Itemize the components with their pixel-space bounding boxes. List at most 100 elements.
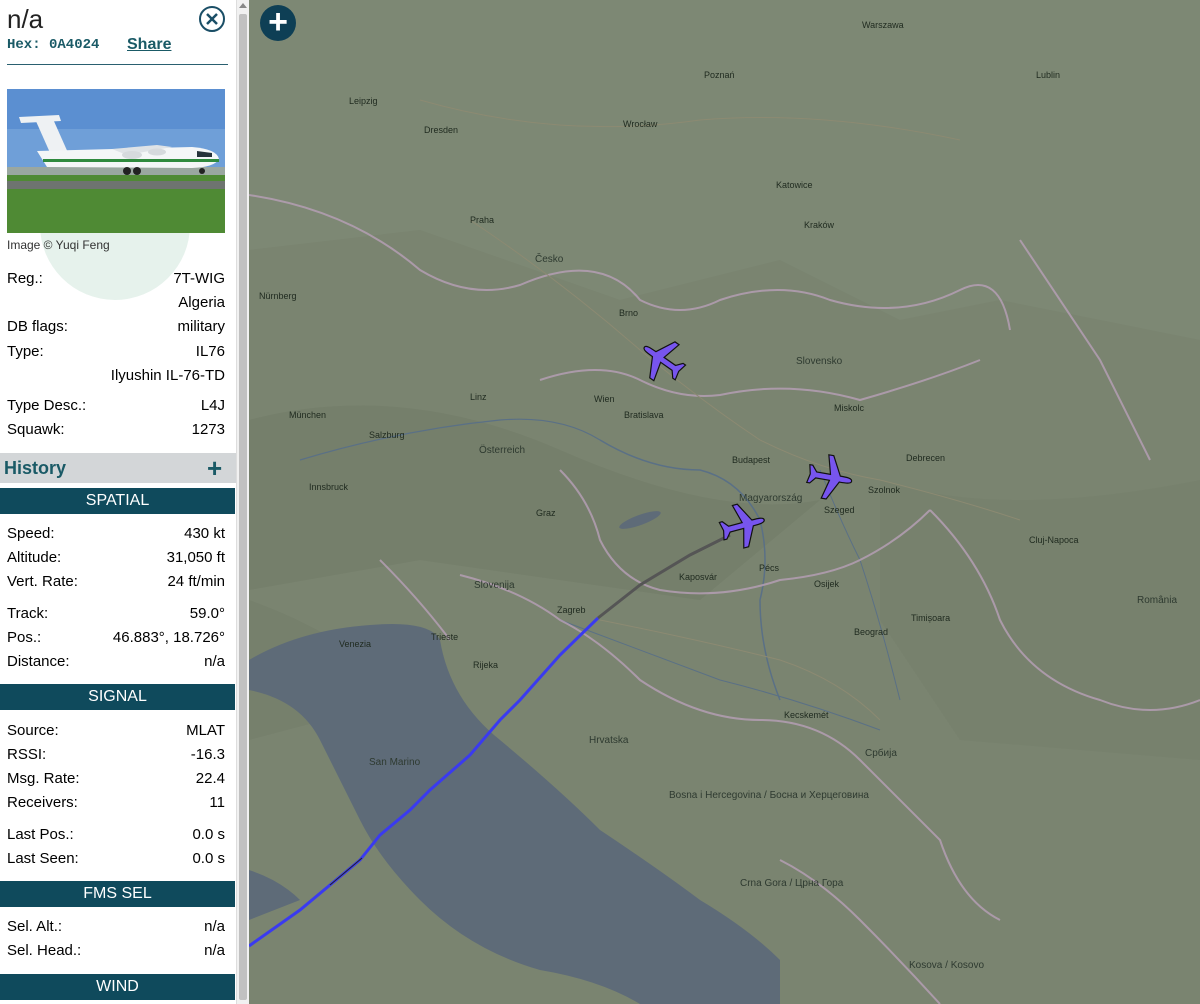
detail-value: Algeria: [178, 294, 225, 311]
aircraft-photo[interactable]: [7, 89, 225, 233]
spatial-label: Pos.:: [7, 629, 42, 646]
spatial-row-vert-rate: Vert. Rate: 24 ft/min: [7, 573, 225, 593]
signal-label: Receivers:: [7, 794, 78, 811]
detail-value: L4J: [200, 397, 225, 414]
signal-label: Last Seen:: [7, 850, 79, 867]
map-country-label: Bosna i Hercegovina / Босна и Херцеговин…: [669, 790, 869, 801]
history-section-toggle[interactable]: History +: [0, 453, 236, 483]
map-city-label: Osijek: [814, 579, 840, 589]
map-city-label: Praha: [470, 215, 495, 225]
map-city-label: Brno: [619, 308, 639, 318]
map-city-label: Venezia: [339, 639, 372, 649]
detail-label: DB flags:: [7, 318, 68, 335]
close-icon[interactable]: [199, 6, 225, 32]
sidebar-scrollbar[interactable]: [236, 0, 249, 1004]
map-city-label: Bratislava: [624, 410, 664, 420]
detail-label: Type:: [7, 343, 44, 360]
map-country-label: Kosova / Kosovo: [909, 960, 985, 971]
spatial-value: 59.0°: [189, 605, 225, 622]
detail-value: 1273: [191, 421, 225, 438]
map-city-label: Budapest: [732, 455, 771, 465]
spatial-row-altitude: Altitude: 31,050 ft: [7, 549, 225, 569]
history-label: History: [4, 458, 67, 478]
scrollbar-thumb[interactable]: [239, 14, 247, 1000]
fms-section-header[interactable]: FMS SEL: [0, 881, 235, 907]
header-divider: [7, 64, 228, 65]
map-country-label: Crna Gora / Црна Гора: [740, 878, 844, 889]
map-city-label: Linz: [470, 392, 487, 402]
spatial-value: n/a: [204, 653, 225, 670]
fms-label: Sel. Alt.:: [7, 918, 63, 935]
map-city-label: Wrocław: [623, 119, 658, 129]
close-glyph: [206, 13, 218, 25]
spatial-label: Altitude:: [7, 549, 62, 566]
fms-label: Sel. Head.:: [7, 942, 82, 959]
map-city-label: Szeged: [824, 505, 855, 515]
map-city-label: Innsbruck: [309, 482, 349, 492]
detail-row-squawk: Squawk: 1273: [7, 421, 225, 441]
selected-aircraft-marker-icon[interactable]: [713, 498, 769, 554]
signal-value: 22.4: [195, 770, 225, 787]
scroll-up-arrow-icon[interactable]: [239, 3, 247, 8]
map-country-label: Česko: [535, 254, 564, 265]
map-city-label: Katowice: [776, 180, 813, 190]
detail-value: 7T-WIG: [173, 270, 225, 287]
map-city-label: Rijeka: [473, 660, 499, 670]
signal-row-source: Source: MLAT: [7, 722, 225, 742]
spatial-value: 31,050 ft: [166, 549, 225, 566]
signal-label: Last Pos.:: [7, 826, 74, 843]
signal-label: Source:: [7, 722, 59, 739]
map-city-label: Beograd: [854, 627, 889, 637]
expand-plus-icon[interactable]: +: [207, 453, 222, 484]
map-city-label: Cluj-Napoca: [1029, 535, 1079, 545]
spatial-section-header[interactable]: SPATIAL: [0, 488, 235, 514]
detail-row-type-desc: Type Desc.: L4J: [7, 397, 225, 417]
map-city-label: Leipzig: [349, 96, 378, 106]
spatial-row-speed: Speed: 430 kt: [7, 525, 225, 545]
map-city-label: Dresden: [424, 125, 459, 135]
map-view[interactable]: Warszawa Poznań Leipzig Dresden Wrocław …: [249, 0, 1200, 1004]
spatial-row-distance: Distance: n/a: [7, 653, 225, 673]
fms-row-sel-head: Sel. Head.: n/a: [7, 942, 225, 962]
map-city-label: Kraków: [804, 220, 835, 230]
detail-label: Squawk:: [7, 421, 65, 438]
map-city-label: Salzburg: [369, 430, 405, 440]
spatial-label: Vert. Rate:: [7, 573, 78, 590]
map-city-label: München: [289, 410, 327, 420]
detail-label: Reg.:: [7, 270, 43, 287]
detail-row-country: Algeria: [7, 294, 225, 314]
signal-row-msg-rate: Msg. Rate: 22.4: [7, 770, 225, 790]
map-city-label: Debrecen: [906, 453, 946, 463]
wind-section-header[interactable]: WIND: [0, 974, 235, 1000]
signal-row-receivers: Receivers: 11: [7, 794, 225, 814]
signal-value: 0.0 s: [192, 850, 225, 867]
aircraft-callsign: n/a: [7, 4, 44, 34]
map-country-label: Србија: [865, 748, 897, 759]
detail-row-type-name: Ilyushin IL-76-TD: [7, 367, 225, 387]
map-city-label: Poznań: [704, 70, 735, 80]
share-link[interactable]: Share: [127, 36, 171, 54]
map-city-label: Wien: [594, 394, 615, 404]
add-plus-button[interactable]: +: [260, 5, 296, 41]
signal-section-header[interactable]: SIGNAL: [0, 684, 235, 710]
aircraft-marker-icon[interactable]: [800, 449, 856, 505]
map-country-label: Österreich: [479, 445, 526, 456]
signal-label: RSSI:: [7, 746, 47, 763]
fms-row-sel-alt: Sel. Alt.: n/a: [7, 918, 225, 938]
detail-row-type: Type: IL76: [7, 343, 225, 363]
map-country-label: Slovensko: [796, 356, 843, 367]
map-country-label: San Marino: [369, 757, 421, 768]
detail-value: military: [177, 318, 226, 335]
spatial-label: Speed:: [7, 525, 55, 542]
map-country-label: Hrvatska: [589, 735, 629, 746]
spatial-label: Distance:: [7, 653, 70, 670]
fms-value: n/a: [204, 918, 225, 935]
signal-value: 0.0 s: [192, 826, 225, 843]
detail-row-reg: Reg.: 7T-WIG: [7, 270, 225, 290]
map-country-label: România: [1137, 595, 1178, 606]
map-city-label: Miskolc: [834, 403, 865, 413]
map-city-label: Warszawa: [862, 20, 904, 30]
signal-value: MLAT: [186, 722, 225, 739]
spatial-value: 430 kt: [184, 525, 225, 542]
aircraft-marker-icon[interactable]: [636, 333, 692, 389]
